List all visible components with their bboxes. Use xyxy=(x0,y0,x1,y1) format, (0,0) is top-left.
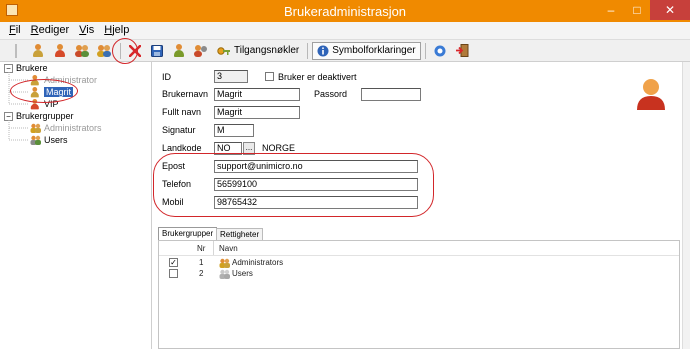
toolbar-separator xyxy=(424,42,426,59)
user-icon xyxy=(32,44,44,57)
phone-label: Telefon xyxy=(162,179,192,189)
group-icon xyxy=(219,269,230,279)
minimize-button[interactable]: – xyxy=(598,0,624,20)
tree-item-administrators[interactable]: Administrators xyxy=(30,122,102,134)
user-tree: − Brukere Administrator Magrit VIP − Bru… xyxy=(0,62,152,349)
tree-item-label: VIP xyxy=(44,99,59,109)
group-settings-button[interactable] xyxy=(191,42,211,60)
menu-edit[interactable]: Rediger xyxy=(26,22,75,39)
grid-header-line xyxy=(159,255,679,256)
help-icon xyxy=(434,45,446,56)
tree-item-administrator[interactable]: Administrator xyxy=(30,74,97,86)
tree-item-label: Administrators xyxy=(44,123,102,133)
user-settings-icon xyxy=(173,44,185,57)
tree-item-label-selected: Magrit xyxy=(44,87,74,97)
phone-input[interactable]: 56599100 xyxy=(214,178,418,191)
country-label: Landkode xyxy=(162,143,202,153)
signature-label: Signatur xyxy=(162,125,196,135)
access-keys-label: Tilgangsnøkler xyxy=(234,45,300,56)
new-admin-button[interactable] xyxy=(50,42,70,60)
signature-input[interactable]: M xyxy=(214,124,254,137)
help-button[interactable] xyxy=(430,42,450,60)
admin-user-icon xyxy=(54,44,66,57)
toolbar: Tilgangsnøkler Symbolforklaringer xyxy=(0,40,690,62)
group-edit-icon xyxy=(97,44,111,57)
group-icon xyxy=(75,44,89,57)
country-name: NORGE xyxy=(262,143,296,153)
mobile-label: Mobil xyxy=(162,197,184,207)
country-code-input[interactable]: NO xyxy=(214,142,242,155)
id-field: 3 xyxy=(214,70,248,83)
menu-file[interactable]: Fil xyxy=(4,22,26,39)
grid-column-divider xyxy=(213,241,214,255)
grid-header-name: Navn xyxy=(219,244,238,253)
user-avatar-icon xyxy=(637,79,665,110)
group-icon xyxy=(219,258,230,268)
delete-button[interactable] xyxy=(125,42,145,60)
new-group-button[interactable] xyxy=(72,42,92,60)
user-settings-button[interactable] xyxy=(169,42,189,60)
grid-cell-name: Users xyxy=(232,269,253,278)
close-button[interactable]: ✕ xyxy=(650,0,690,20)
tree-lines xyxy=(8,72,28,141)
legend-button[interactable]: Symbolforklaringer xyxy=(312,41,421,60)
vertical-scrollbar[interactable] xyxy=(682,62,690,349)
grid-cell-nr: 1 xyxy=(199,258,204,267)
grid-header-nr: Nr xyxy=(197,244,206,253)
exit-button[interactable] xyxy=(452,42,472,60)
title-bar: Brukeradministrasjon – □ ✕ xyxy=(0,0,690,22)
username-input[interactable]: Magrit xyxy=(214,88,300,101)
toolbar-separator xyxy=(120,42,121,59)
grid-cell-nr: 2 xyxy=(199,269,204,278)
email-input[interactable]: support@unimicro.no xyxy=(214,160,418,173)
access-keys-button[interactable]: Tilgangsnøkler xyxy=(213,42,303,60)
save-button[interactable] xyxy=(147,42,167,60)
deactivated-label: Bruker er deaktivert xyxy=(278,72,357,82)
save-icon xyxy=(151,44,163,57)
group-checkbox[interactable]: ✓ xyxy=(169,258,178,267)
country-browse-button[interactable]: ... xyxy=(243,142,255,155)
key-icon xyxy=(217,46,230,55)
menu-view[interactable]: Vis xyxy=(74,22,99,39)
edit-group-button[interactable] xyxy=(94,42,114,60)
info-icon xyxy=(317,45,329,56)
fullname-label: Fullt navn xyxy=(162,107,202,117)
tab-user-groups[interactable]: Brukergrupper xyxy=(158,227,218,241)
window-controls: – □ ✕ xyxy=(598,0,690,20)
tree-item-label: Administrator xyxy=(44,75,98,85)
menu-bar: Fil Rediger Vis Hjelp xyxy=(0,22,690,40)
legend-label: Symbolforklaringer xyxy=(332,45,416,56)
new-user-button[interactable] xyxy=(28,42,48,60)
id-label: ID xyxy=(162,72,171,82)
delete-icon xyxy=(129,44,141,57)
password-label: Passord xyxy=(314,89,348,99)
groups-grid: Nr Navn ✓ 1 Administrators 2 Users xyxy=(158,240,680,349)
window-title: Brukeradministrasjon xyxy=(283,4,407,19)
mobile-input[interactable]: 98765432 xyxy=(214,196,418,209)
fullname-input[interactable]: Magrit xyxy=(214,106,300,119)
grip-icon xyxy=(6,42,26,60)
group-checkbox[interactable] xyxy=(169,269,178,278)
username-label: Brukernavn xyxy=(162,89,209,99)
tree-item-label: Users xyxy=(44,135,68,145)
deactivated-checkbox[interactable] xyxy=(265,72,274,81)
maximize-button[interactable]: □ xyxy=(624,0,650,20)
menu-help[interactable]: Hjelp xyxy=(99,22,134,39)
password-input[interactable] xyxy=(361,88,421,101)
group-settings-icon xyxy=(194,44,207,57)
email-label: Epost xyxy=(162,161,186,171)
exit-door-icon xyxy=(455,44,469,57)
toolbar-separator xyxy=(307,42,309,59)
grid-cell-name: Administrators xyxy=(232,258,284,267)
